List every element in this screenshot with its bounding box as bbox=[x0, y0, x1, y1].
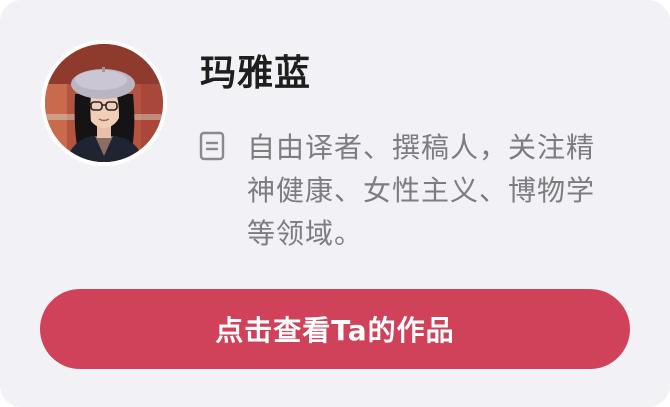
document-icon bbox=[199, 131, 225, 161]
avatar-photo bbox=[45, 44, 163, 162]
avatar[interactable] bbox=[41, 40, 167, 166]
view-works-button[interactable]: 点击查看Ta的作品 bbox=[40, 289, 630, 369]
author-name: 玛雅蓝 bbox=[200, 53, 312, 94]
author-card: 玛雅蓝 自由译者、撰稿人，关注精神健康、女性主义、博物学等领域。 点击查看Ta的… bbox=[0, 0, 670, 407]
author-bio: 自由译者、撰稿人，关注精神健康、女性主义、博物学等领域。 bbox=[247, 131, 596, 250]
